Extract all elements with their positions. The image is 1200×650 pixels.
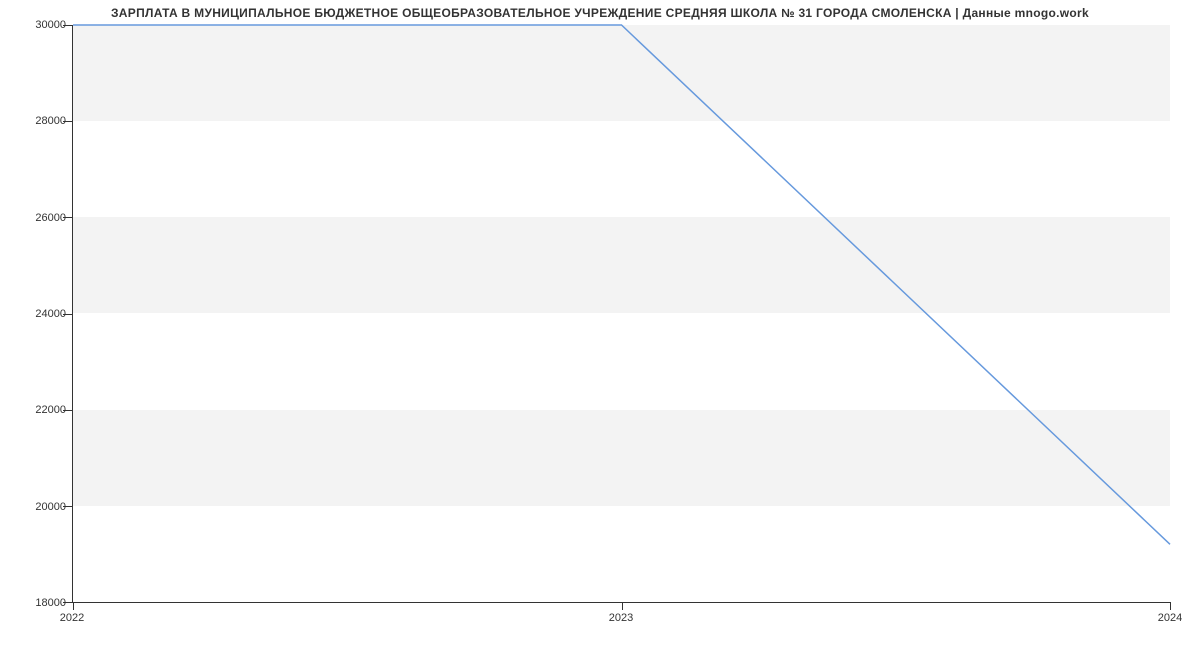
x-axis-label: 2024 [1158, 612, 1182, 624]
x-tick [622, 602, 623, 610]
plot-area [72, 25, 1170, 603]
y-axis-label: 28000 [35, 115, 66, 127]
y-axis-label: 22000 [35, 404, 66, 416]
y-axis-label: 24000 [35, 308, 66, 320]
x-tick [1170, 602, 1171, 610]
x-axis-label: 2023 [609, 612, 633, 624]
chart-title: ЗАРПЛАТА В МУНИЦИПАЛЬНОЕ БЮДЖЕТНОЕ ОБЩЕО… [0, 6, 1200, 20]
y-axis-label: 20000 [35, 501, 66, 513]
x-axis-label: 2022 [60, 612, 84, 624]
x-tick [73, 602, 74, 610]
y-axis-label: 26000 [35, 212, 66, 224]
y-axis-label: 18000 [35, 597, 66, 609]
y-axis-label: 30000 [35, 19, 66, 31]
data-line [73, 25, 1170, 602]
